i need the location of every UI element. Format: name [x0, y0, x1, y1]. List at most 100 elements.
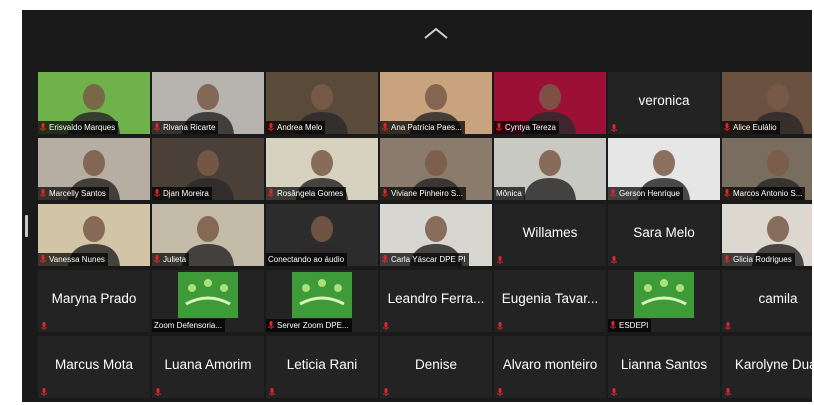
participant-name: Marcelly Santos — [49, 189, 106, 198]
participant-tile[interactable]: Eugenia Tavar... — [494, 270, 606, 332]
participant-name-label: Carla Yáscar DPE PI — [380, 253, 469, 266]
mic-muted-icon — [382, 189, 388, 197]
participant-name: camila — [758, 291, 798, 306]
participant-name-label: Cyntya Tereza — [494, 121, 559, 134]
participant-tile[interactable]: Sara Melo — [608, 204, 720, 266]
participant-name: Leticia Rani — [286, 357, 358, 372]
mic-muted-icon — [154, 123, 160, 131]
participant-tile[interactable]: Julieta — [152, 204, 264, 266]
participant-tile[interactable]: Alvaro monteiro — [494, 336, 606, 398]
mic-muted-icon — [611, 256, 617, 264]
mic-muted-icon — [382, 255, 388, 263]
participant-tile[interactable]: Lianna Santos — [608, 336, 720, 398]
participant-name: Vanessa Nunes — [49, 255, 105, 264]
participant-name-label: Erisvaldo Marques — [38, 121, 119, 134]
participant-tile[interactable]: Carla Yáscar DPE PI — [380, 204, 492, 266]
participant-tile[interactable]: camila — [722, 270, 812, 332]
participant-name: Gerson Henrique — [619, 189, 680, 198]
participant-name: Viviane Pinheiro S... — [391, 189, 463, 198]
participant-name: veronica — [638, 93, 690, 108]
participant-tile[interactable]: Marcos Antonio S... — [722, 138, 812, 200]
mic-muted-icon — [383, 322, 389, 330]
participant-tile[interactable]: Vanessa Nunes — [38, 204, 150, 266]
participant-name: Server Zoom DPE... — [277, 321, 349, 330]
mic-muted-icon — [155, 388, 161, 396]
participant-tile[interactable]: Luana Amorim — [152, 336, 264, 398]
participant-tile[interactable]: Marcus Mota — [38, 336, 150, 398]
participant-name: Luana Amorim — [164, 357, 252, 372]
participant-tile[interactable]: Leandro Ferra... — [380, 270, 492, 332]
mic-muted-icon — [496, 123, 502, 131]
participant-name: Rosângela Gomes — [277, 189, 344, 198]
participant-name-label: Andrea Melo — [266, 121, 326, 134]
participant-tile[interactable]: Leticia Rani — [266, 336, 378, 398]
participant-tile[interactable]: Rosângela Gomes — [266, 138, 378, 200]
participant-name: Sara Melo — [633, 225, 695, 240]
mic-muted-icon — [725, 388, 731, 396]
participant-name-label: ESDEPI — [608, 319, 652, 332]
participant-tile[interactable]: Ana Patrícia Paes... — [380, 72, 492, 134]
mic-muted-icon — [154, 255, 160, 263]
participant-name-label: Viviane Pinheiro S... — [380, 187, 466, 200]
participant-tile[interactable]: Zoom Defensoria... — [152, 270, 264, 332]
participant-name-label: Conectando ao áudio — [266, 253, 348, 266]
mic-muted-icon — [41, 388, 47, 396]
mic-muted-icon — [40, 123, 46, 131]
mic-muted-icon — [724, 123, 730, 131]
participant-name: ESDEPI — [619, 321, 649, 330]
participant-tile[interactable]: Conectando ao áudio — [266, 204, 378, 266]
mic-muted-icon — [610, 189, 616, 197]
participant-name-label: Julieta — [152, 253, 190, 266]
participant-name: Marcos Antonio S... — [733, 189, 803, 198]
participant-name-label: Mônica — [494, 187, 525, 200]
participant-name-label: Marcos Antonio S... — [722, 187, 806, 200]
mic-muted-icon — [611, 124, 617, 132]
participant-tile[interactable]: veronica — [608, 72, 720, 134]
participant-name: Marcus Mota — [54, 357, 134, 372]
participant-tile[interactable]: Cyntya Tereza — [494, 72, 606, 134]
participant-name: Ana Patrícia Paes... — [391, 123, 462, 132]
mic-muted-icon — [268, 321, 274, 329]
participant-tile[interactable]: Maryna Prado — [38, 270, 150, 332]
participant-tile[interactable]: Alice Eulálio — [722, 72, 812, 134]
participant-tile[interactable]: Karolyne Duar — [722, 336, 812, 398]
participant-tile[interactable]: Glicia Rodrigues — [722, 204, 812, 266]
participant-tile[interactable]: Willames — [494, 204, 606, 266]
participant-tile[interactable]: Mônica — [494, 138, 606, 200]
participant-name: Glicia Rodrigues — [733, 255, 792, 264]
participant-tile[interactable]: Gerson Henrique — [608, 138, 720, 200]
mic-muted-icon — [268, 123, 274, 131]
participant-name: Denise — [414, 357, 458, 372]
participant-name: Alvaro monteiro — [502, 357, 598, 372]
mic-muted-icon — [382, 123, 388, 131]
participant-name: Carla Yáscar DPE PI — [391, 255, 466, 264]
participant-name-label: Djan Moreira — [152, 187, 212, 200]
participant-tile[interactable]: ESDEPI — [608, 270, 720, 332]
participant-name: Karolyne Duar — [734, 357, 812, 372]
participant-tile[interactable]: Erisvaldo Marques — [38, 72, 150, 134]
participant-tile[interactable]: Djan Moreira — [152, 138, 264, 200]
participant-tile[interactable]: Marcelly Santos — [38, 138, 150, 200]
mic-muted-icon — [269, 388, 275, 396]
participant-name: Alice Eulálio — [733, 123, 777, 132]
participant-tile[interactable]: Andrea Melo — [266, 72, 378, 134]
participant-tile[interactable]: Denise — [380, 336, 492, 398]
zoom-gallery-window: Erisvaldo Marques Rivana Ricarte Andrea Me… — [22, 10, 812, 402]
mic-muted-icon — [40, 189, 46, 197]
participant-name: Conectando ao áudio — [268, 255, 345, 264]
participant-name-label: Ana Patrícia Paes... — [380, 121, 465, 134]
participant-name: Julieta — [163, 255, 187, 264]
participant-tile[interactable]: Rivana Ricarte — [152, 72, 264, 134]
participant-tile[interactable]: Server Zoom DPE... — [266, 270, 378, 332]
mic-muted-icon — [611, 388, 617, 396]
collapse-button[interactable] — [423, 26, 449, 40]
participant-name: Maryna Prado — [51, 291, 137, 306]
participant-name: Lianna Santos — [620, 357, 708, 372]
participant-name-label: Zoom Defensoria... — [152, 319, 226, 332]
mic-muted-icon — [497, 388, 503, 396]
participant-tile[interactable]: Viviane Pinheiro S... — [380, 138, 492, 200]
mic-muted-icon — [725, 322, 731, 330]
participant-name-label: Vanessa Nunes — [38, 253, 108, 266]
side-panel-handle[interactable] — [25, 215, 28, 237]
participant-name: Willames — [522, 225, 578, 240]
